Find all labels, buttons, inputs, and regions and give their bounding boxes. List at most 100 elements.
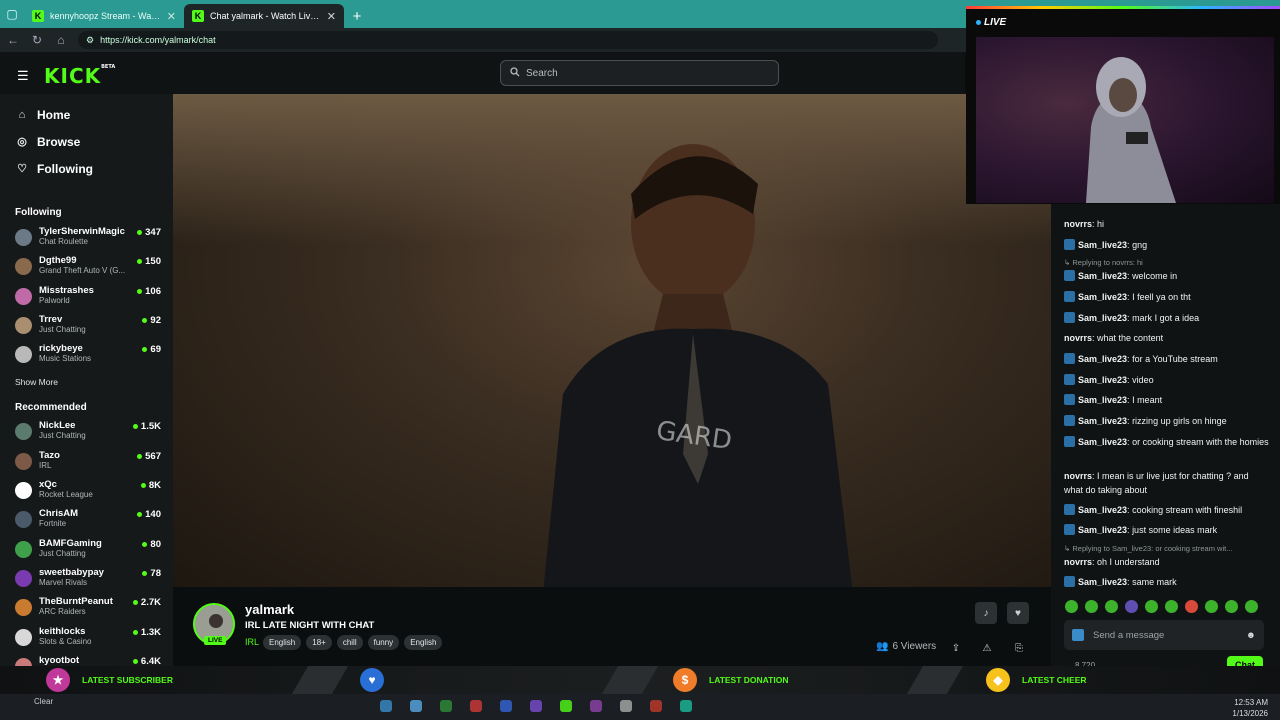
nav-following[interactable]: ♡ Following [0, 155, 173, 182]
chat-username[interactable]: Sam_live23 [1078, 577, 1127, 587]
stream-tag[interactable]: chill [336, 635, 363, 650]
chat-message: Sam_live23: or cooking stream with the h… [1064, 435, 1269, 449]
sidebar-channel[interactable]: TylerSherwinMagic Chat Roulette 347 [0, 225, 173, 254]
chat-username[interactable]: Sam_live23 [1078, 271, 1127, 281]
stream-category[interactable]: IRL [245, 637, 259, 647]
video-player[interactable]: GARD [173, 94, 1051, 587]
share-icon[interactable]: ⇪ [945, 637, 967, 659]
stream-tag[interactable]: funny [367, 635, 400, 650]
channel-avatar [15, 540, 32, 558]
chat-username[interactable]: Sam_live23 [1078, 313, 1127, 323]
site-info-icon[interactable]: ⚙ [86, 35, 94, 46]
browser-tab-active[interactable]: K Chat yalmark - Watch Live on Kick ✕ [184, 4, 344, 28]
app-icon[interactable] [500, 700, 512, 712]
sidebar-channel[interactable]: keithlocks Slots & Casino 1.3K [0, 625, 173, 654]
app-icon[interactable] [470, 700, 482, 712]
nav-home[interactable]: ⌂ Home [0, 101, 173, 128]
live-dot-icon [142, 317, 148, 323]
emote-icon[interactable] [1125, 600, 1138, 613]
sidebar-channel[interactable]: NickLee Just Chatting 1.5K [0, 419, 173, 448]
stream-tag[interactable]: English [263, 635, 302, 650]
emote-icon[interactable] [1245, 600, 1258, 613]
start-icon[interactable] [380, 700, 392, 712]
sidebar-channel[interactable]: Trrev Just Chatting 92 [0, 313, 173, 342]
chat-username[interactable]: novrrs [1064, 219, 1092, 229]
app-icon[interactable] [590, 700, 602, 712]
chat-username[interactable]: Sam_live23 [1078, 437, 1127, 447]
sidebar-channel[interactable]: ChrisAM Fortnite 140 [0, 507, 173, 536]
viewer-count-text: 1.3K [140, 626, 161, 638]
user-badge-icon [1064, 270, 1075, 281]
home-icon[interactable]: ⌂ [54, 33, 68, 47]
star-icon: ★ [46, 668, 70, 692]
emote-icon[interactable] [1085, 600, 1098, 613]
close-tab-icon[interactable]: ✕ [167, 10, 176, 23]
new-tab-button[interactable]: + [344, 4, 370, 28]
clip-icon[interactable]: ⎘ [1008, 637, 1030, 659]
chat-username[interactable]: Sam_live23 [1078, 240, 1127, 250]
sidebar-channel[interactable]: sweetbabypay Marvel Rivals 78 [0, 566, 173, 595]
sidebar-channel[interactable]: rickybeye Music Stations 69 [0, 342, 173, 371]
weather-widget[interactable]: Clear [34, 696, 53, 707]
search-icon[interactable] [410, 700, 422, 712]
chat-username[interactable]: Sam_live23 [1078, 525, 1127, 535]
app-icon[interactable] [650, 700, 662, 712]
emote-icon[interactable] [1105, 600, 1118, 613]
menu-icon[interactable]: ☰ [17, 68, 29, 84]
chat-username[interactable]: novrrs [1064, 471, 1092, 481]
stream-tag[interactable]: English [404, 635, 443, 650]
app-icon[interactable] [680, 700, 692, 712]
stream-tag[interactable]: 18+ [306, 635, 332, 650]
report-icon[interactable]: ⚠ [976, 637, 998, 659]
chat-username[interactable]: Sam_live23 [1078, 416, 1127, 426]
tab-title: kennyhoopz Stream - Watch Live on Kick [50, 11, 161, 21]
emote-icon[interactable] [1185, 600, 1198, 613]
sidebar-channel[interactable]: TheBurntPeanut ARC Raiders 2.7K [0, 595, 173, 624]
chat-username[interactable]: Sam_live23 [1078, 505, 1127, 515]
chat-username[interactable]: novrrs [1064, 333, 1092, 343]
notification-bell-icon[interactable]: ♪ [975, 602, 997, 624]
sidebar-channel[interactable]: Dgthe99 Grand Theft Auto V (G... 150 [0, 254, 173, 283]
latest-follower-widget: ♥ [360, 666, 396, 694]
emote-icon[interactable] [1145, 600, 1158, 613]
channel-category: IRL [39, 460, 52, 470]
chat-input[interactable]: Send a message ☻ [1064, 620, 1264, 650]
system-clock[interactable]: 12:53 AM 1/13/2026 [1232, 697, 1268, 719]
follow-heart-icon[interactable]: ♥ [1007, 602, 1029, 624]
sidebar-channel[interactable]: Misstrashes Palworld 106 [0, 284, 173, 313]
sidebar-channel[interactable]: BAMFGaming Just Chatting 80 [0, 537, 173, 566]
chat-message: novrrs: what the content [1064, 331, 1269, 345]
app-icon[interactable] [560, 700, 572, 712]
app-icon[interactable] [620, 700, 632, 712]
chat-username[interactable]: Sam_live23 [1078, 375, 1127, 385]
window-menu-icon[interactable]: ▢ [0, 0, 24, 28]
address-bar[interactable]: ⚙ https://kick.com/yalmark/chat [78, 31, 938, 49]
refresh-icon[interactable]: ↻ [30, 33, 44, 47]
kick-logo[interactable]: KICKBETA [44, 64, 115, 88]
channel-avatar [15, 423, 32, 441]
channel-name: TylerSherwinMagic [39, 226, 125, 237]
app-icon[interactable] [440, 700, 452, 712]
chat-message: Sam_live23: for a YouTube stream [1064, 352, 1269, 366]
app-icon[interactable] [530, 700, 542, 712]
sidebar-channel[interactable]: xQc Rocket League 8K [0, 478, 173, 507]
browser-tab[interactable]: K kennyhoopz Stream - Watch Live on Kick… [24, 4, 184, 28]
chat-username[interactable]: Sam_live23 [1078, 354, 1127, 364]
latest-cheer-widget: ◆ LATEST CHEER [986, 666, 1087, 694]
streamer-name[interactable]: yalmark [245, 602, 294, 617]
emote-icon[interactable] [1165, 600, 1178, 613]
viewer-count-text: 2.7K [140, 597, 161, 609]
search-input[interactable]: Search [500, 60, 779, 86]
chat-username[interactable]: Sam_live23 [1078, 395, 1127, 405]
emote-icon[interactable] [1205, 600, 1218, 613]
chat-username[interactable]: Sam_live23 [1078, 292, 1127, 302]
emoji-icon[interactable]: ☻ [1246, 630, 1256, 641]
sidebar-channel[interactable]: Tazo IRL 567 [0, 449, 173, 478]
nav-browse[interactable]: ◎ Browse [0, 128, 173, 155]
close-tab-icon[interactable]: ✕ [327, 10, 336, 23]
show-more-link[interactable]: Show More [0, 377, 173, 387]
chat-username[interactable]: novrrs [1064, 557, 1092, 567]
back-icon[interactable]: ← [6, 33, 20, 47]
emote-icon[interactable] [1225, 600, 1238, 613]
emote-icon[interactable] [1065, 600, 1078, 613]
